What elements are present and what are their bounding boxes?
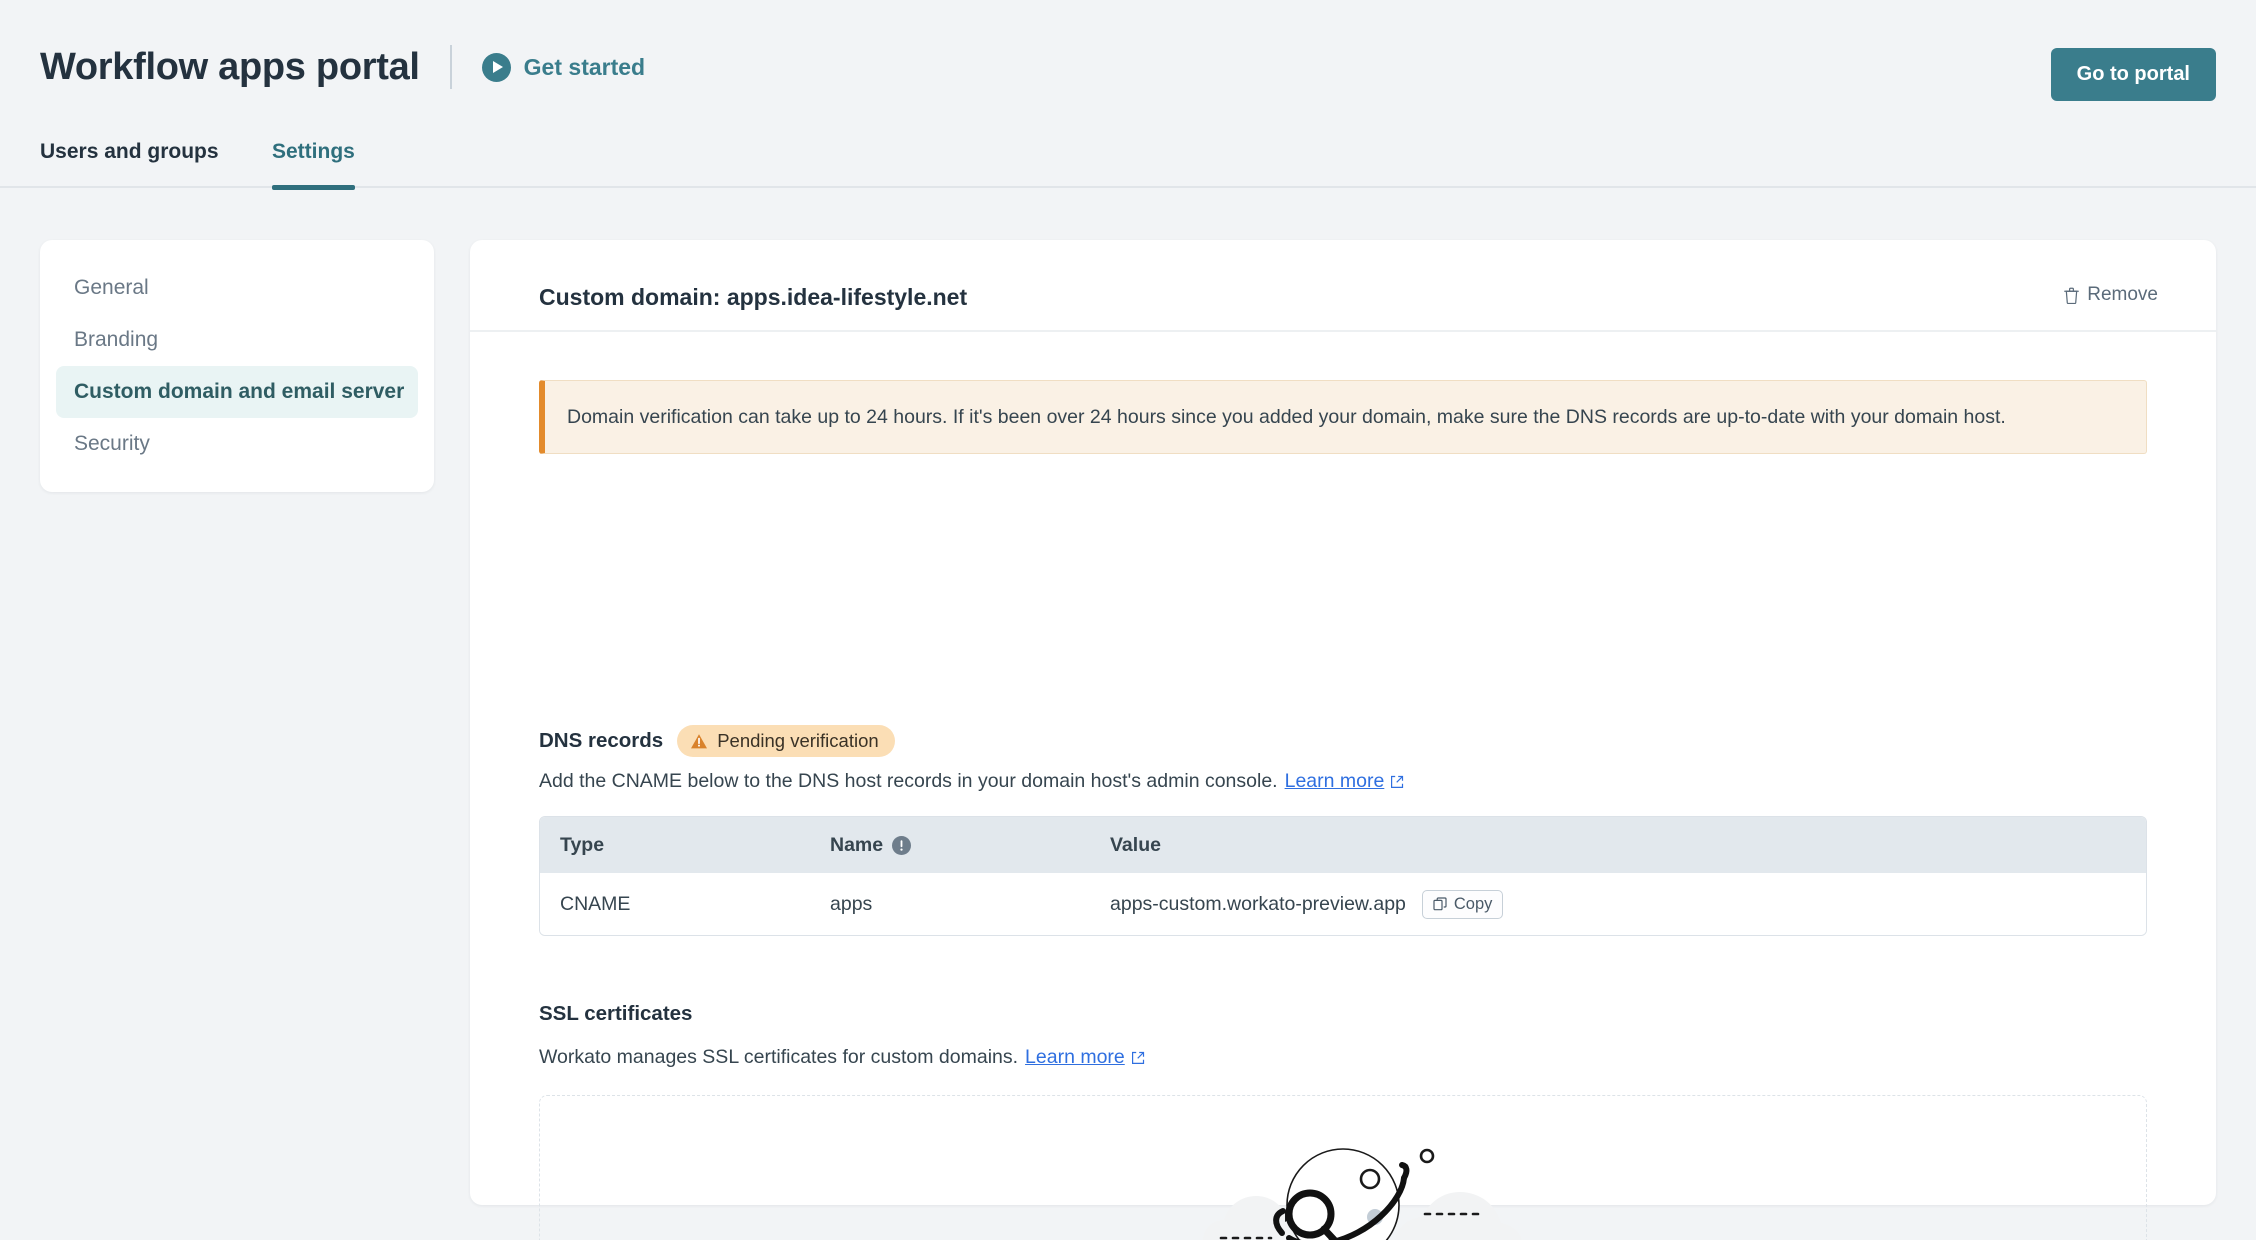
table-row: CNAME apps apps-custom.workato-preview.a…: [540, 873, 2146, 935]
column-header-value: Value: [1110, 833, 1161, 856]
dns-records-heading: DNS records Pending verification: [539, 725, 895, 757]
dns-learn-more-link[interactable]: Learn more: [1285, 770, 1405, 793]
page-title: Workflow apps portal: [40, 46, 420, 88]
panel-title: Custom domain: apps.idea-lifestyle.net: [539, 284, 968, 310]
ssl-learn-more-label: Learn more: [1025, 1046, 1125, 1068]
sidebar-item-branding[interactable]: Branding: [56, 314, 418, 366]
get-started-link[interactable]: Get started: [481, 52, 646, 82]
column-header-name-label: Name: [830, 833, 884, 856]
external-link-icon: [1391, 775, 1404, 788]
tab-users-and-groups[interactable]: Users and groups: [40, 140, 219, 188]
cell-value: apps-custom.workato-preview.app Copy: [1110, 889, 2146, 919]
dns-description-row: Add the CNAME below to the DNS host reco…: [539, 770, 1404, 793]
column-header-type: Type: [560, 833, 605, 856]
warning-triangle-icon: [691, 733, 708, 748]
status-badge-label: Pending verification: [717, 730, 879, 751]
ssl-empty-state: An SSL certificate will be generated whe…: [539, 1095, 2147, 1240]
get-started-label: Get started: [523, 53, 646, 80]
info-icon[interactable]: [892, 835, 912, 855]
cell-name: apps: [830, 892, 873, 915]
ssl-learn-more-link[interactable]: Learn more: [1025, 1046, 1145, 1069]
cell-value-text: apps-custom.workato-preview.app: [1110, 892, 1406, 915]
play-triangle-icon: [492, 61, 503, 73]
settings-sidebar: General Branding Custom domain and email…: [40, 240, 434, 492]
ssl-description-row: Workato manages SSL certificates for cus…: [539, 1046, 1145, 1069]
settings-panel: Custom domain: apps.idea-lifestyle.net R…: [470, 240, 2216, 1240]
domain-verification-alert: Domain verification can take up to 24 ho…: [539, 380, 2147, 454]
column-header-name: Name: [830, 834, 1110, 857]
go-to-portal-button[interactable]: Go to portal: [2050, 48, 2216, 101]
sidebar-item-general[interactable]: General: [56, 262, 418, 314]
dns-section-title: DNS records: [539, 729, 664, 752]
tab-settings[interactable]: Settings: [272, 140, 355, 190]
ssl-description: Workato manages SSL certificates for cus…: [539, 1046, 1019, 1068]
planet-search-illustration: [1203, 1147, 1522, 1240]
copy-value-button[interactable]: Copy: [1421, 889, 1504, 919]
trash-icon: [2064, 287, 2080, 304]
copy-icon: [1433, 897, 1447, 911]
cell-type: CNAME: [560, 892, 631, 915]
status-badge: Pending verification: [677, 725, 895, 757]
dns-learn-more-label: Learn more: [1284, 770, 1385, 792]
alert-message: Domain verification can take up to 24 ho…: [567, 406, 2006, 428]
table-header-row: Type Name Value: [540, 817, 2146, 873]
play-circle-icon: [481, 52, 511, 82]
dns-description: Add the CNAME below to the DNS host reco…: [539, 770, 1278, 792]
header-divider: [449, 45, 452, 89]
app-root: Workflow apps portal Get started Go to p…: [0, 0, 2256, 1240]
copy-label: Copy: [1453, 894, 1493, 913]
external-link-icon: [1131, 1051, 1144, 1064]
remove-domain-button[interactable]: Remove: [2064, 284, 2158, 306]
remove-label: Remove: [2087, 284, 2158, 305]
sidebar-item-custom-domain-and-email-server[interactable]: Custom domain and email server: [56, 366, 418, 418]
dns-records-table: Type Name Value CNAME apps apps-custom.w…: [539, 816, 2147, 936]
ssl-section-title: SSL certificates: [539, 1002, 693, 1025]
main-tabs: Users and groups Settings: [0, 140, 2256, 190]
header-title-row: Workflow apps portal Get started: [40, 44, 645, 90]
sidebar-item-security[interactable]: Security: [56, 418, 418, 470]
app-header: Workflow apps portal Get started Go to p…: [0, 0, 2256, 138]
